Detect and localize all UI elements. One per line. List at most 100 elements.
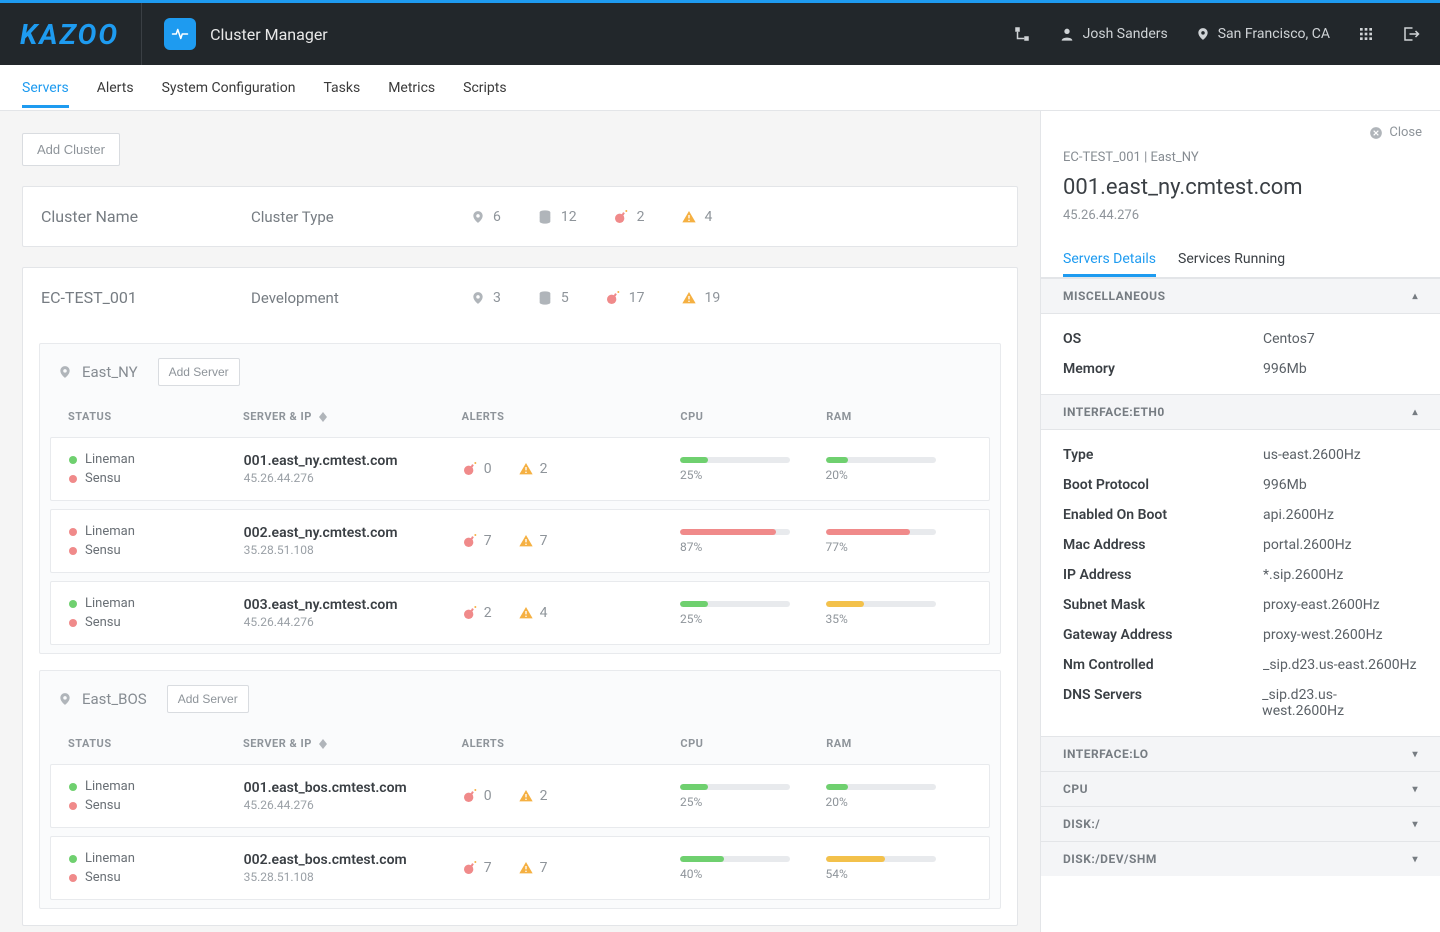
nav-tab-tasks[interactable]: Tasks xyxy=(323,68,360,108)
kv-row: Gateway Addressproxy-west.2600Hz xyxy=(1041,620,1440,650)
status-sensu-label: Sensu xyxy=(85,870,121,885)
server-hostname: 001.east_bos.cmtest.com xyxy=(244,780,462,796)
hierarchy-icon[interactable] xyxy=(1013,25,1031,43)
nav-tab-system-configuration[interactable]: System Configuration xyxy=(162,68,296,108)
status-dot-sensu xyxy=(69,619,77,627)
cpu-metric: 87% xyxy=(680,529,825,554)
ram-metric: 77% xyxy=(826,529,971,554)
server-row[interactable]: Lineman Sensu 001.east_bos.cmtest.com 45… xyxy=(50,764,990,828)
detail-subtitle: 45.26.44.276 xyxy=(1063,208,1418,223)
stat-databases: 12 xyxy=(537,209,577,225)
ram-metric: 35% xyxy=(826,601,971,626)
accordion-header[interactable]: DISK:/ ▾ xyxy=(1041,806,1440,841)
kv-value: proxy-west.2600Hz xyxy=(1263,627,1383,643)
alert-warning: 2 xyxy=(518,461,548,477)
chevron-icon: ▾ xyxy=(1412,819,1418,830)
stat-locations: 3 xyxy=(471,290,501,306)
ram-metric: 54% xyxy=(826,856,971,881)
nav-tab-alerts[interactable]: Alerts xyxy=(97,68,134,108)
nav-tab-metrics[interactable]: Metrics xyxy=(388,68,435,108)
user-name: Josh Sanders xyxy=(1083,26,1168,42)
add-cluster-button[interactable]: Add Cluster xyxy=(22,133,120,166)
kv-key: Subnet Mask xyxy=(1063,597,1263,613)
status-sensu-label: Sensu xyxy=(85,798,121,813)
col-server[interactable]: SERVER & IP xyxy=(243,737,462,750)
accordion-header[interactable]: DISK:/DEV/SHM ▾ xyxy=(1041,841,1440,876)
nav-tab-scripts[interactable]: Scripts xyxy=(463,68,506,108)
kv-value: us-east.2600Hz xyxy=(1263,447,1361,463)
add-server-button[interactable]: Add Server xyxy=(158,358,240,386)
kv-key: Enabled On Boot xyxy=(1063,507,1263,523)
status-dot-sensu xyxy=(69,802,77,810)
breadcrumb: EC-TEST_001 | East_NY xyxy=(1063,150,1418,165)
detail-tabs: Servers Details Services Running xyxy=(1041,241,1440,278)
status-lineman-label: Lineman xyxy=(85,452,135,467)
table-header: STATUS SERVER & IP ALERTS CPU RAM xyxy=(40,400,1000,429)
kv-row: Enabled On Bootapi.2600Hz xyxy=(1041,500,1440,530)
kv-value: _sip.d23.us-east.2600Hz xyxy=(1263,657,1417,673)
alert-warning: 7 xyxy=(518,533,548,549)
detail-tab[interactable]: Services Running xyxy=(1178,241,1285,277)
accordion-title: DISK:/ xyxy=(1063,817,1100,831)
ram-metric: 20% xyxy=(826,784,971,809)
accordion-header[interactable]: MISCELLANEOUS▴ xyxy=(1041,278,1440,314)
alert-critical: 2 xyxy=(462,605,492,621)
server-ip: 35.28.51.108 xyxy=(244,870,462,884)
cpu-metric: 25% xyxy=(680,457,825,482)
kv-row: OSCentos7 xyxy=(1041,324,1440,354)
kv-value: _sip.d23.us-west.2600Hz xyxy=(1262,687,1418,719)
accordion-header[interactable]: INTERFACE:ETH0▴ xyxy=(1041,394,1440,430)
add-server-button[interactable]: Add Server xyxy=(167,685,249,713)
kv-value: api.2600Hz xyxy=(1263,507,1334,523)
accordion-title: INTERFACE:ETH0 xyxy=(1063,405,1165,419)
server-row[interactable]: Lineman Sensu 002.east_ny.cmtest.com 35.… xyxy=(50,509,990,573)
kv-row: Nm Controlled_sip.d23.us-east.2600Hz xyxy=(1041,650,1440,680)
alert-critical: 7 xyxy=(462,860,492,876)
kv-key: IP Address xyxy=(1063,567,1263,583)
stat-locations: 6 xyxy=(471,209,501,225)
kv-key: Type xyxy=(1063,447,1263,463)
cluster-card: EC-TEST_001 Development 3 5 17 19 East_N… xyxy=(22,267,1018,926)
status-lineman-label: Lineman xyxy=(85,596,135,611)
server-ip: 35.28.51.108 xyxy=(244,543,462,557)
server-row[interactable]: Lineman Sensu 001.east_ny.cmtest.com 45.… xyxy=(50,437,990,501)
status-lineman-label: Lineman xyxy=(85,851,135,866)
server-hostname: 002.east_bos.cmtest.com xyxy=(244,852,462,868)
apps-grid-icon[interactable] xyxy=(1358,26,1374,42)
kv-row: DNS Servers_sip.d23.us-west.2600Hz xyxy=(1041,680,1440,726)
topbar: KAZOO Cluster Manager Josh Sanders San F… xyxy=(0,3,1440,65)
server-row[interactable]: Lineman Sensu 003.east_ny.cmtest.com 45.… xyxy=(50,581,990,645)
accordion-title: CPU xyxy=(1063,782,1088,796)
accordion-header[interactable]: INTERFACE:LO▾ xyxy=(1041,736,1440,771)
alert-critical: 7 xyxy=(462,533,492,549)
user-menu[interactable]: Josh Sanders xyxy=(1059,26,1168,42)
cpu-metric: 25% xyxy=(680,601,825,626)
cluster-header[interactable]: EC-TEST_001 Development 3 5 17 19 xyxy=(23,268,1017,327)
alert-warning: 4 xyxy=(518,605,548,621)
server-hostname: 001.east_ny.cmtest.com xyxy=(244,453,462,469)
chevron-icon: ▾ xyxy=(1412,854,1418,865)
col-cpu: CPU xyxy=(680,410,826,423)
status-dot-sensu xyxy=(69,874,77,882)
location-pin-icon xyxy=(58,364,72,380)
cpu-metric: 40% xyxy=(680,856,825,881)
cluster-type: Cluster Type xyxy=(251,208,471,226)
logout-icon[interactable] xyxy=(1402,25,1420,43)
close-button[interactable]: Close xyxy=(1041,111,1440,140)
nav-tabs: Servers Alerts System Configuration Tasks Me… xyxy=(0,65,1440,111)
kv-value: 996Mb xyxy=(1263,361,1307,377)
col-server[interactable]: SERVER & IP xyxy=(243,410,462,423)
accordion-header[interactable]: CPU▾ xyxy=(1041,771,1440,806)
detail-tab[interactable]: Servers Details xyxy=(1063,241,1156,277)
col-cpu: CPU xyxy=(680,737,826,750)
status-sensu-label: Sensu xyxy=(85,543,121,558)
nav-tab-servers[interactable]: Servers xyxy=(22,68,69,108)
accordion-title: DISK:/DEV/SHM xyxy=(1063,852,1157,866)
server-row[interactable]: Lineman Sensu 002.east_bos.cmtest.com 35… xyxy=(50,836,990,900)
stat-critical: 17 xyxy=(605,290,645,306)
server-ip: 45.26.44.276 xyxy=(244,615,462,629)
cluster-header[interactable]: Cluster Name Cluster Type 6 12 2 4 xyxy=(23,187,1017,246)
main-content: Add Cluster Cluster Name Cluster Type 6 … xyxy=(0,111,1040,932)
status-sensu-label: Sensu xyxy=(85,615,121,630)
location-display: San Francisco, CA xyxy=(1196,26,1330,42)
